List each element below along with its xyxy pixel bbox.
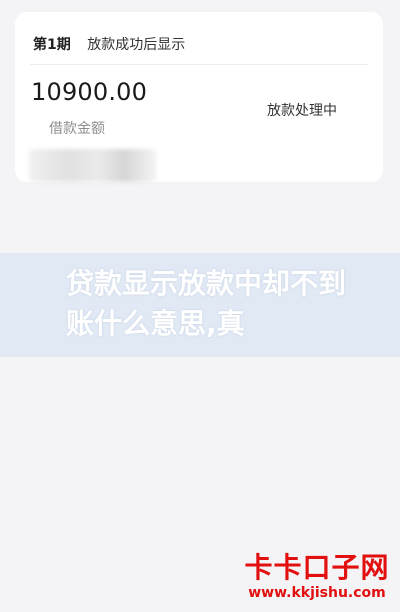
loan-status: 放款处理中 <box>267 103 337 119</box>
loan-amount: 10900.00 <box>31 78 148 106</box>
redacted-info-blur <box>29 149 156 182</box>
period-description: 放款成功后显示 <box>87 37 186 53</box>
period-row: 第1期 放款成功后显示 <box>33 34 185 54</box>
loan-amount-label: 借款金额 <box>49 121 105 137</box>
card-divider <box>30 64 368 65</box>
banner-title-text: 贷款显示放款中却不到账什么意思,真 <box>66 267 347 340</box>
watermark-title: 卡卡口子网 <box>244 551 390 584</box>
watermark-url: www.kkjishu.com <box>248 585 386 601</box>
loan-installment-card: 第1期 放款成功后显示 10900.00 借款金额 放款处理中 <box>15 12 383 182</box>
period-label: 第1期 <box>33 37 71 53</box>
site-watermark: 卡卡口子网 www.kkjishu.com <box>242 552 392 602</box>
